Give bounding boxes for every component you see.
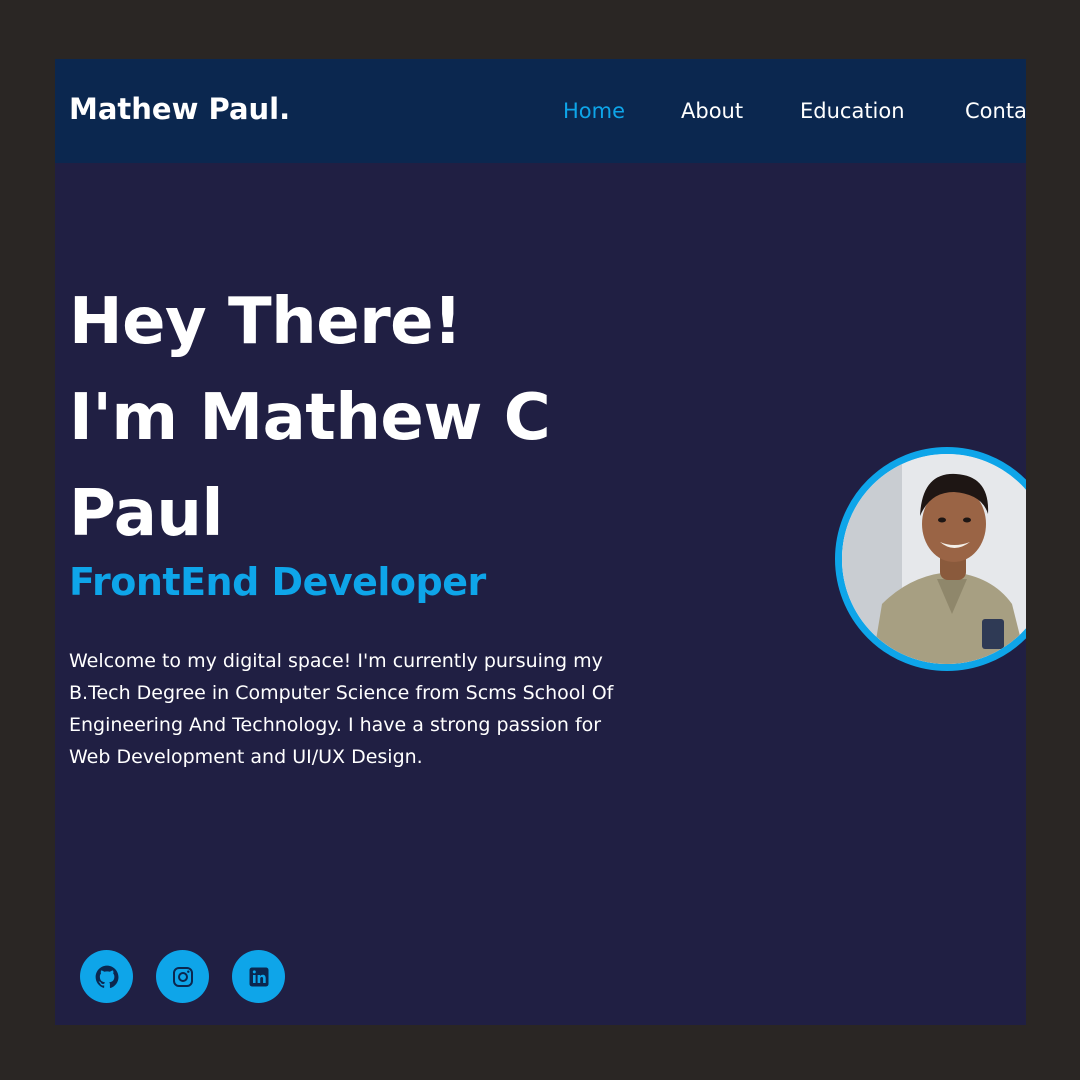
hero-title-line-2: I'm Mathew C: [69, 381, 551, 455]
linkedin-button[interactable]: [232, 950, 285, 1003]
hero-title-line-1: Hey There!: [69, 285, 462, 359]
hero-description: Welcome to my digital space! I'm current…: [69, 650, 614, 768]
navbar: Mathew Paul. Home About Education Contac…: [55, 59, 1026, 163]
hero-role: FrontEnd Developer: [69, 560, 486, 604]
hero-title-line-3: Paul: [69, 477, 223, 551]
nav-link-home[interactable]: Home: [563, 99, 625, 123]
profile-photo: [835, 447, 1026, 671]
nav-link-education[interactable]: Education: [800, 99, 905, 123]
github-button[interactable]: [80, 950, 133, 1003]
instagram-icon: [172, 966, 193, 987]
nav-link-contact[interactable]: Contact: [965, 99, 1026, 123]
portfolio-page: Mathew Paul. Home About Education Contac…: [55, 59, 1026, 1025]
github-icon: [95, 965, 118, 988]
instagram-button[interactable]: [156, 950, 209, 1003]
linkedin-icon: [249, 967, 268, 986]
nav-links: Home About Education Contact: [55, 99, 1026, 129]
profile-photo-illustration: [842, 454, 1026, 664]
social-links: [80, 950, 320, 1004]
nav-link-about[interactable]: About: [681, 99, 743, 123]
hero-title: Hey There! I'm Mathew C Paul: [69, 274, 649, 562]
